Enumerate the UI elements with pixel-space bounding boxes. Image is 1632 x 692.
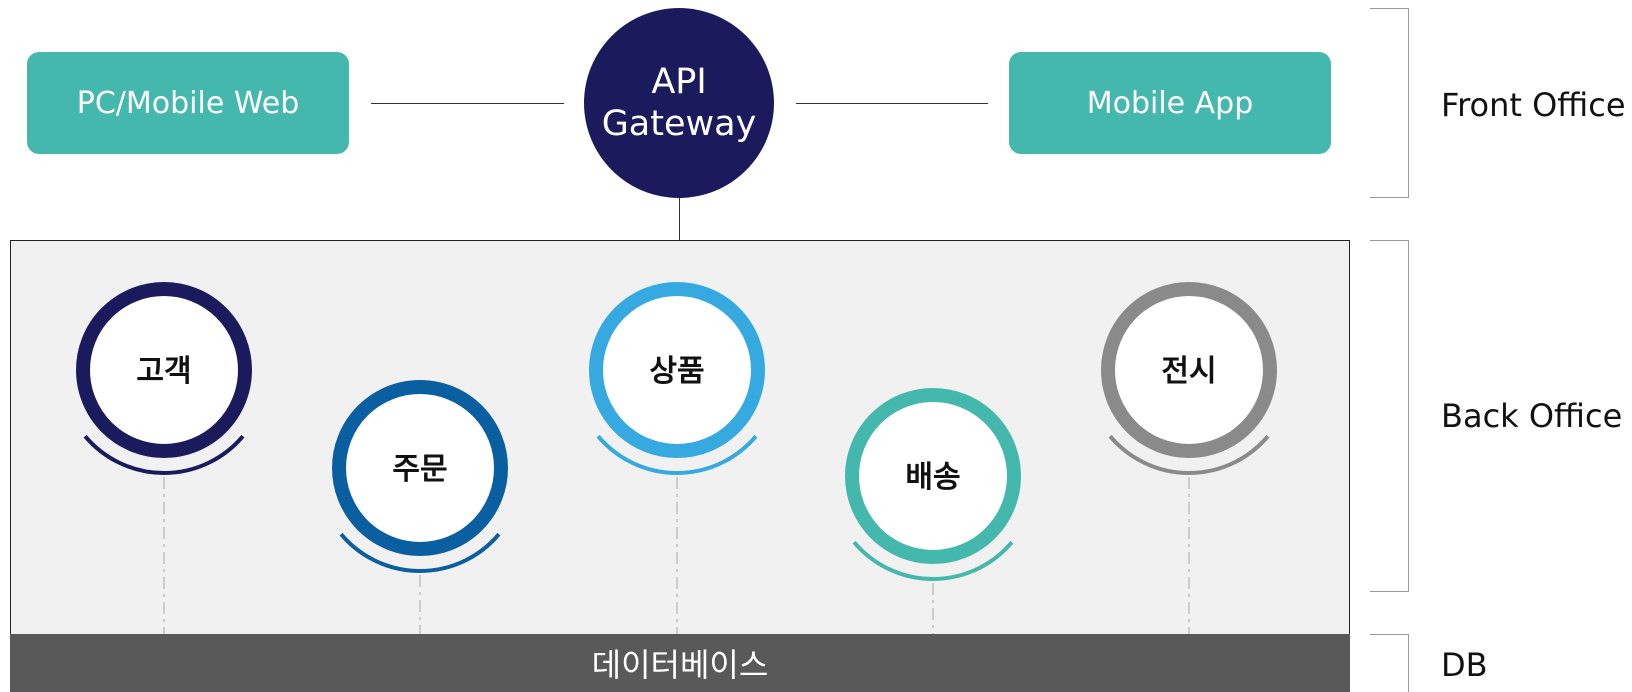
service-node-4: 배송 <box>845 388 1021 634</box>
front-office-bracket <box>1370 8 1409 198</box>
front-office-label: Front Office <box>1441 86 1626 124</box>
service-label: 배송 <box>905 460 960 495</box>
service-node-5: 전시 <box>1101 282 1277 634</box>
service-label: 전시 <box>1161 354 1216 389</box>
service-label: 고객 <box>136 354 191 389</box>
service-node-3: 상품 <box>589 282 765 634</box>
back-office-bracket <box>1370 240 1409 592</box>
service-node-1: 고객 <box>76 282 252 634</box>
database-label: 데이터베이스 <box>591 646 769 684</box>
db-tier-label: DB <box>1441 646 1488 684</box>
db-bracket <box>1370 634 1409 692</box>
service-label: 주문 <box>392 452 447 487</box>
back-office-label: Back Office <box>1441 397 1623 435</box>
database-bar: 데이터베이스 <box>10 634 1350 692</box>
service-label: 상품 <box>649 354 704 389</box>
service-node-2: 주문 <box>332 380 508 634</box>
